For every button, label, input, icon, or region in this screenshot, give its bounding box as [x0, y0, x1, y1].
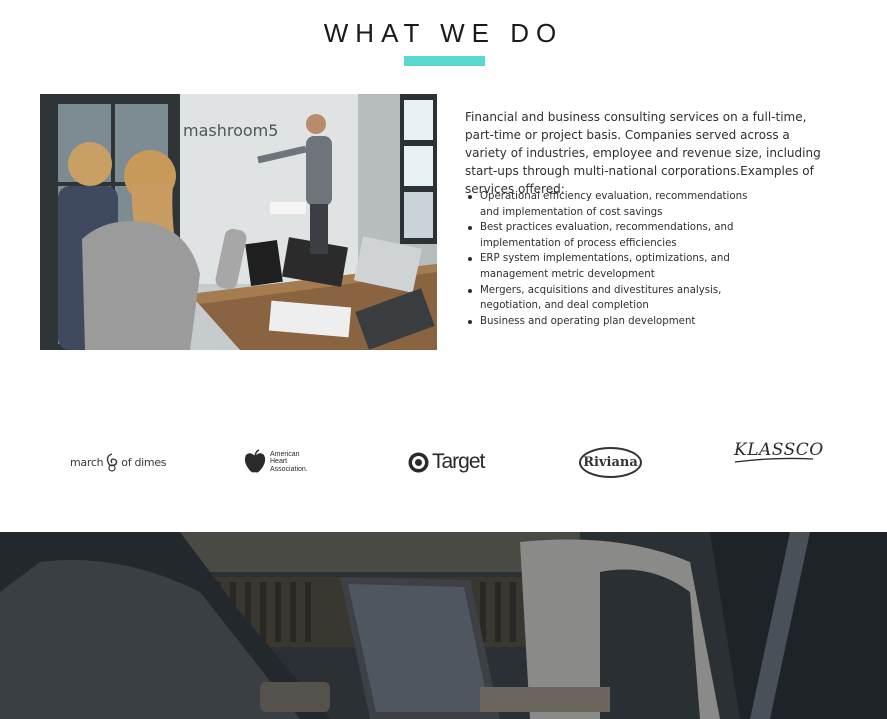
aha-line-1: American — [270, 450, 300, 458]
of-dimes-text: of dimes — [121, 455, 167, 469]
wall-sign-text: mashroom5 — [183, 121, 278, 140]
target-wordmark: Target — [432, 450, 485, 473]
business-meeting-background — [0, 532, 887, 719]
intro-paragraph: Financial and business consulting servic… — [465, 110, 821, 196]
american-heart-association-logo: American Heart Association. — [244, 440, 308, 484]
list-item: Business and operating plan development — [466, 314, 766, 330]
target-logo: Target — [408, 440, 485, 484]
list-item: ERP system implementations, optimization… — [466, 251, 766, 282]
aha-line-2: Heart — [270, 458, 288, 466]
swirl-icon — [107, 453, 118, 472]
list-item: Mergers, acquisitions and divestitures a… — [466, 283, 766, 314]
services-list: Operational efficiency evaluation, recom… — [466, 189, 766, 329]
title-accent-bar — [404, 56, 485, 66]
aha-line-3: Association. — [270, 465, 308, 473]
list-item: Best practices evaluation, recommendatio… — [466, 220, 766, 251]
bullseye-icon — [408, 452, 429, 472]
team-meeting-photo: mashroom5 — [40, 94, 437, 350]
riviana-logo: Riviana — [579, 440, 642, 484]
riviana-wordmark: Riviana — [583, 454, 638, 470]
march-text: march — [70, 455, 104, 469]
list-item: Operational efficiency evaluation, recom… — [466, 189, 766, 220]
apple-heart-icon — [244, 449, 266, 473]
klassco-logo: KLASSCO — [734, 440, 824, 484]
march-of-dimes-logo: march of dimes — [70, 440, 167, 484]
section-title: WHAT WE DO — [323, 18, 564, 48]
swoosh-icon — [734, 457, 814, 463]
